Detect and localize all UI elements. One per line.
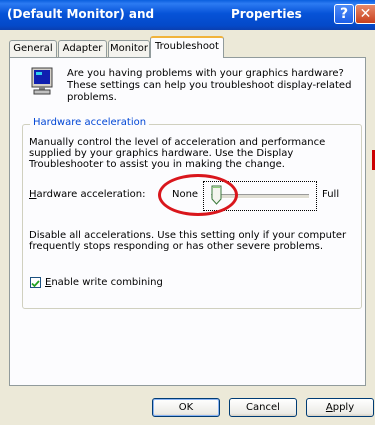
ok-button[interactable]: OK: [152, 398, 220, 417]
window-title: (Default Monitor) and: [7, 7, 155, 21]
apply-label: pply: [332, 402, 355, 413]
tab-monitor[interactable]: Monitor: [108, 40, 150, 57]
help-button[interactable]: ?: [334, 4, 354, 24]
write-combining-checkbox[interactable]: [30, 277, 41, 288]
monitor-icon: [31, 67, 53, 95]
tab-general[interactable]: General: [9, 40, 57, 57]
label-access-key: H: [29, 189, 37, 200]
close-icon: ✕: [359, 6, 372, 22]
cancel-button[interactable]: Cancel: [229, 398, 297, 417]
tab-adapter[interactable]: Adapter: [58, 40, 107, 57]
display-properties-window: (Default Monitor) and Properties ? ✕ Gen…: [0, 0, 375, 425]
label-text: ardware acceleration:: [36, 189, 146, 200]
help-icon: ?: [339, 6, 349, 22]
highlight-circle: [158, 174, 238, 216]
write-combining-label[interactable]: Enable write combining: [45, 277, 163, 288]
title-bar[interactable]: (Default Monitor) and Properties ? ✕: [0, 0, 375, 30]
close-button[interactable]: ✕: [355, 4, 375, 24]
acceleration-description: Manually control the level of accelerati…: [29, 137, 326, 170]
disable-accelerations-text: Disable all accelerations. Use this sett…: [29, 230, 347, 252]
tab-troubleshoot[interactable]: Troubleshoot: [150, 36, 224, 58]
checkmark-icon: [31, 280, 40, 288]
slider-max-label: Full: [322, 189, 340, 200]
hardware-acceleration-label: Hardware acceleration:: [29, 189, 145, 200]
intro-text: Are you having problems with your graphi…: [67, 68, 352, 103]
check-label-text: nable write combining: [51, 277, 163, 288]
group-title: Hardware acceleration: [30, 117, 150, 128]
window-title-suffix: Properties: [231, 7, 302, 21]
apply-button[interactable]: Apply: [306, 398, 374, 417]
apply-access-key: A: [325, 402, 333, 413]
